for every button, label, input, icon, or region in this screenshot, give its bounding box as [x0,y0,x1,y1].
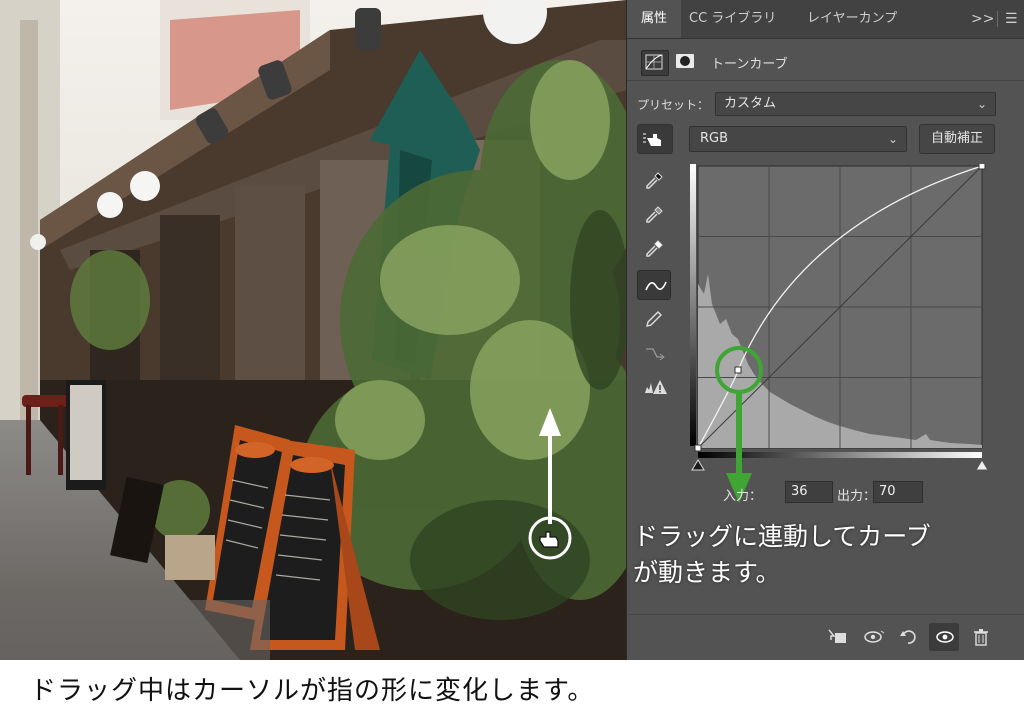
smooth-curve-tool[interactable] [637,338,671,368]
tab-layer-comps[interactable]: レイヤーカンプ [807,0,897,38]
caption-bar: ドラッグ中はカーソルが指の形に変化します。 [0,660,1024,723]
layer-mask-icon[interactable] [673,50,699,74]
black-input-slider[interactable] [691,459,705,471]
curve-point-white[interactable] [978,164,986,170]
eyedropper-white-icon [646,240,663,257]
pencil-tool[interactable] [637,304,671,334]
caption-text: ドラッグ中はカーソルが指の形に変化します。 [30,676,595,706]
gray-point-eyedropper[interactable] [637,200,671,230]
divider [997,11,998,27]
curve-wave-icon [645,281,667,291]
curves-adjustment-icon[interactable] [641,50,669,76]
output-label: 出力： [837,489,877,504]
channel-value: RGB [700,131,729,146]
panel-annotation-line1: ドラッグに連動してカーブ [633,522,931,551]
panel-annotation-line2: が動きます。 [633,558,781,587]
histogram-warning-icon [645,380,667,394]
curve-point-tool[interactable] [637,270,671,300]
photo-canvas[interactable] [0,0,626,660]
curve-point-black[interactable] [694,444,702,452]
properties-panel: 属性 CC ライブラリ レイヤーカンプ >> ☰ トーンカーブ プリセット： カ… [626,0,1024,660]
clipping-warning-tool[interactable] [637,372,671,402]
auto-button[interactable]: 自動補正 [919,124,995,154]
input-label: 入力： [723,489,763,504]
on-image-adjust-tool[interactable] [637,124,673,154]
tab-properties[interactable]: 属性 [627,0,682,38]
black-point-eyedropper[interactable] [637,166,671,196]
trash-icon[interactable] [965,623,995,651]
pencil-icon [646,311,662,327]
white-input-slider[interactable] [975,459,989,471]
eyedropper-gray-icon [646,206,663,223]
panel-bottom-bar [627,614,1024,659]
smooth-icon [646,348,665,361]
hand-cursor-icon [539,531,559,548]
menu-icon[interactable]: ☰ [1005,0,1018,38]
chevron-down-icon: ⌄ [976,97,987,111]
preset-select[interactable]: カスタム ⌄ [715,92,996,116]
green-pointer-annotation [715,346,763,503]
view-previous-state-icon[interactable] [857,623,887,651]
input-field[interactable]: 36 [785,481,833,503]
preset-label: プリセット： [637,98,710,112]
clip-to-layer-icon[interactable] [821,623,851,651]
panel-tab-bar: 属性 CC ライブラリ レイヤーカンプ >> ☰ [627,0,1024,39]
expand-icon[interactable]: >> [971,0,994,38]
white-point-eyedropper[interactable] [637,234,671,264]
preset-value: カスタム [724,96,777,111]
adjustment-header: トーンカーブ [627,44,1024,81]
output-field[interactable]: 70 [873,481,923,503]
eyedropper-black-icon [646,172,663,189]
reset-icon[interactable] [893,623,923,651]
tab-cc-libraries[interactable]: CC ライブラリ [689,0,776,38]
visibility-eye-icon[interactable] [929,623,959,651]
channel-select[interactable]: RGB ⌄ [689,126,907,152]
chevron-down-icon: ⌄ [887,132,898,146]
adjustment-title: トーンカーブ [711,57,788,72]
